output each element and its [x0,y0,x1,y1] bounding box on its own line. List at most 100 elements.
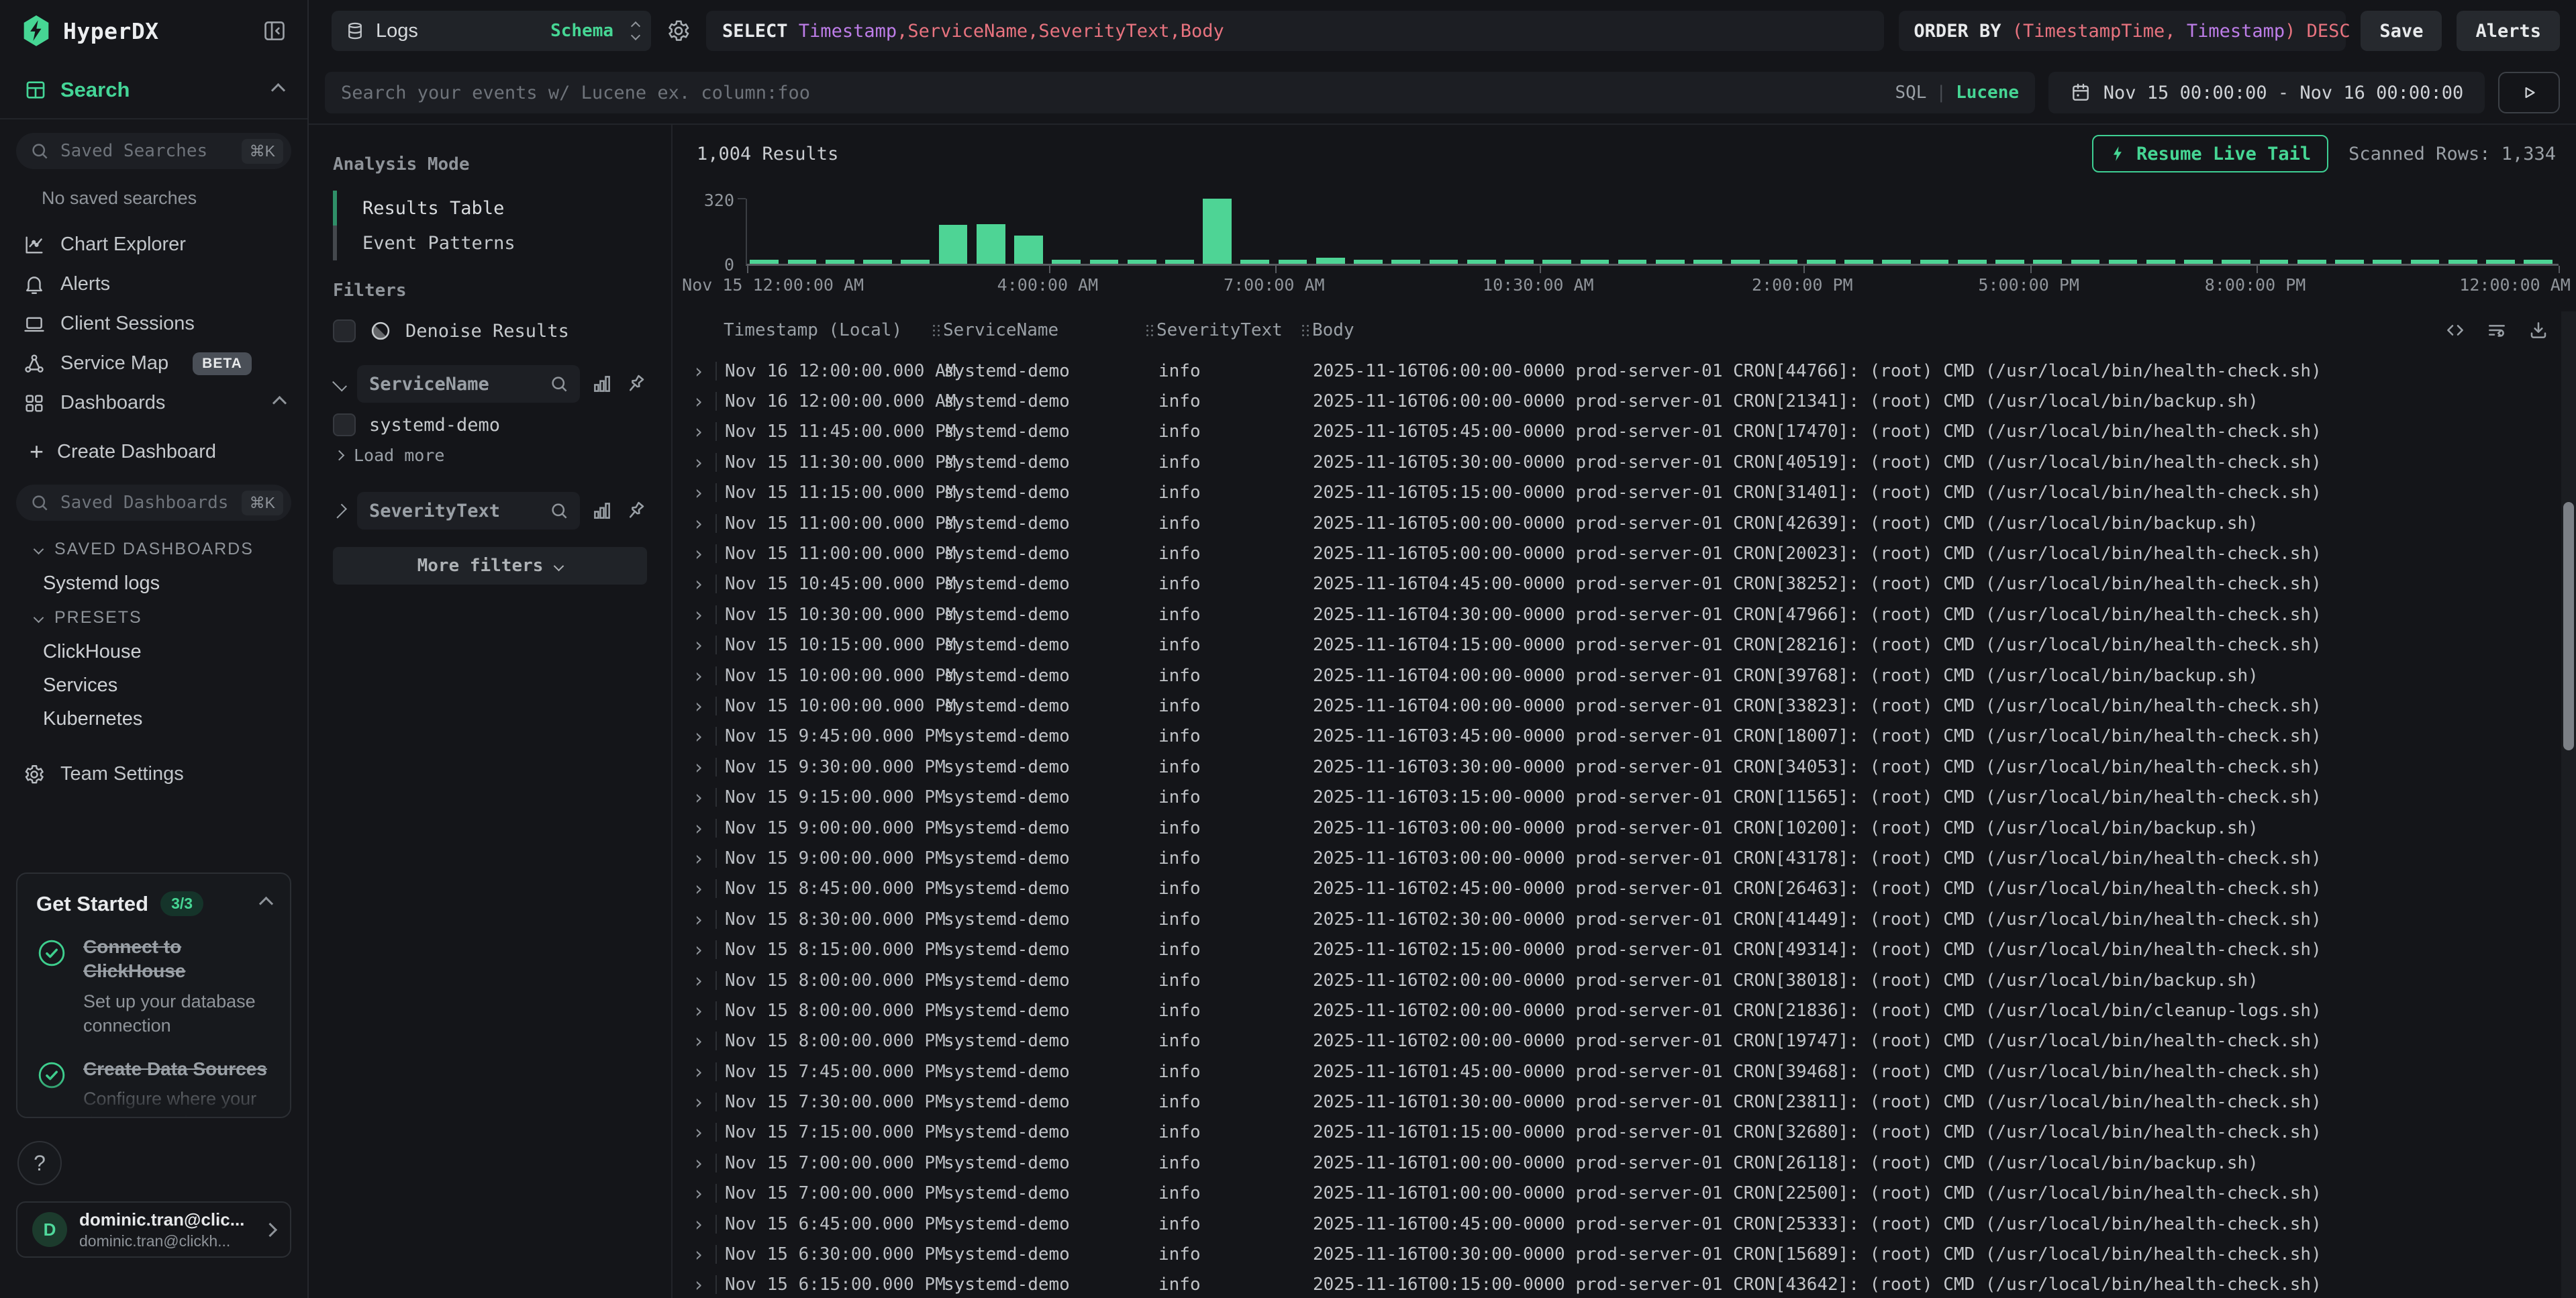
collapse-sidebar-icon[interactable] [262,18,287,44]
sidebar-item-dashboards[interactable]: Dashboards [0,383,307,423]
analysis-mode-tab-event-patterns[interactable]: Event Patterns [333,226,647,260]
expand-row-icon[interactable]: › [693,725,715,748]
table-row[interactable]: › Nov 15 9:00:00.000 PM systemd-demo inf… [674,813,2561,843]
column-header-servicename[interactable]: ServiceName [933,320,1146,340]
sidebar-item-service-map[interactable]: Service Map BETA [0,344,307,383]
table-row[interactable]: › Nov 15 6:30:00.000 PM systemd-demo inf… [674,1239,2561,1269]
expand-row-icon[interactable]: › [693,420,715,443]
scrollbar-track[interactable] [2561,311,2576,1298]
expand-row-icon[interactable]: › [693,1182,715,1205]
denoise-checkbox[interactable] [333,319,356,342]
table-row[interactable]: › Nov 15 9:15:00.000 PM systemd-demo inf… [674,782,2561,812]
expand-row-icon[interactable]: › [693,969,715,992]
wrap-lines-icon[interactable] [2486,319,2508,341]
expand-row-icon[interactable]: › [693,695,715,717]
expand-row-icon[interactable]: › [693,481,715,504]
drag-handle-icon[interactable] [933,325,935,327]
table-row[interactable]: › Nov 15 10:00:00.000 PM systemd-demo in… [674,691,2561,721]
sidebar-dashboard-link[interactable]: Services [0,668,307,702]
expand-row-icon[interactable]: › [693,938,715,961]
chevron-down-icon[interactable] [332,377,347,391]
expand-row-icon[interactable]: › [693,1243,715,1266]
sidebar-item-team-settings[interactable]: Team Settings [0,754,307,794]
expand-row-icon[interactable]: › [693,451,715,474]
expand-row-icon[interactable]: › [693,390,715,413]
dashboard-group-header[interactable]: SAVED DASHBOARDS [0,532,307,566]
table-row[interactable]: › Nov 15 10:15:00.000 PM systemd-demo in… [674,630,2561,660]
expand-row-icon[interactable]: › [693,1213,715,1236]
sidebar-dashboard-link[interactable]: ClickHouse [0,635,307,668]
table-row[interactable]: › Nov 15 10:30:00.000 PM systemd-demo in… [674,599,2561,630]
sql-mode-option[interactable]: SQL [1895,83,1926,103]
table-row[interactable]: › Nov 16 12:00:00.000 AM systemd-demo in… [674,356,2561,386]
table-row[interactable]: › Nov 15 11:45:00.000 PM systemd-demo in… [674,417,2561,447]
column-header-timestamp[interactable]: Timestamp (Local) [724,320,933,340]
chevron-up-icon[interactable] [259,897,273,911]
select-clause-input[interactable]: SELECT Timestamp,ServiceName,SeverityTex… [706,11,1884,51]
expand-row-icon[interactable]: › [693,512,715,535]
table-row[interactable]: › Nov 15 8:15:00.000 PM systemd-demo inf… [674,934,2561,964]
save-button[interactable]: Save [2361,11,2442,51]
expand-row-icon[interactable]: › [693,1273,715,1296]
column-header-severitytext[interactable]: SeverityText [1146,320,1302,340]
table-row[interactable]: › Nov 15 11:30:00.000 PM systemd-demo in… [674,447,2561,477]
table-row[interactable]: › Nov 15 8:00:00.000 PM systemd-demo inf… [674,995,2561,1026]
chevron-right-icon[interactable] [332,503,347,518]
table-row[interactable]: › Nov 15 9:45:00.000 PM systemd-demo inf… [674,721,2561,752]
saved-dashboards-input[interactable]: Saved Dashboards ⌘K [16,485,291,521]
pin-icon[interactable] [624,372,647,395]
expand-row-icon[interactable]: › [693,664,715,687]
expand-row-icon[interactable]: › [693,908,715,931]
code-view-icon[interactable] [2444,319,2466,341]
drag-handle-icon[interactable] [1302,325,1304,327]
date-range-picker[interactable]: Nov 15 00:00:00 - Nov 16 00:00:00 [2048,72,2485,113]
sidebar-item-chart-explorer[interactable]: Chart Explorer [0,225,307,264]
user-menu[interactable]: D dominic.tran@clic... dominic.tran@clic… [16,1201,291,1258]
analysis-mode-tab-results-table[interactable]: Results Table [333,191,647,226]
column-header-body[interactable]: Body [1302,320,2576,340]
settings-gear-icon[interactable] [666,18,691,44]
table-row[interactable]: › Nov 15 7:30:00.000 PM systemd-demo inf… [674,1087,2561,1117]
get-started-item[interactable]: Connect to ClickHouse Set up your databa… [36,935,271,1038]
alerts-button[interactable]: Alerts [2457,11,2560,51]
chevron-up-icon[interactable] [271,83,285,97]
order-by-input[interactable]: ORDER BY (TimestampTime, Timestamp) DESC [1899,11,2346,51]
download-icon[interactable] [2528,319,2549,341]
expand-row-icon[interactable]: › [693,847,715,870]
event-search-input[interactable]: Search your events w/ Lucene ex. column:… [325,72,2035,113]
expand-row-icon[interactable]: › [693,756,715,779]
expand-row-icon[interactable]: › [693,1030,715,1052]
table-row[interactable]: › Nov 15 8:00:00.000 PM systemd-demo inf… [674,965,2561,995]
expand-row-icon[interactable]: › [693,786,715,809]
facet-chart-icon[interactable] [591,499,613,522]
load-more-button[interactable]: Load more [333,446,647,465]
expand-row-icon[interactable]: › [693,603,715,626]
sidebar-item-search[interactable]: Search [0,62,307,119]
source-select[interactable]: Logs Schema [332,11,651,51]
table-row[interactable]: › Nov 15 9:00:00.000 PM systemd-demo inf… [674,843,2561,873]
sidebar-dashboard-link[interactable]: Kubernetes [0,702,307,736]
saved-searches-input[interactable]: Saved Searches ⌘K [16,133,291,169]
expand-row-icon[interactable]: › [693,817,715,840]
expand-row-icon[interactable]: › [693,572,715,595]
table-row[interactable]: › Nov 15 6:15:00.000 PM systemd-demo inf… [674,1270,2561,1298]
resume-live-tail-button[interactable]: Resume Live Tail [2092,135,2328,172]
sidebar-item-alerts[interactable]: Alerts [0,264,307,304]
expand-row-icon[interactable]: › [693,999,715,1022]
expand-row-icon[interactable]: › [693,1060,715,1083]
lucene-mode-option[interactable]: Lucene [1956,83,2019,103]
pin-icon[interactable] [624,499,647,522]
dashboard-group-header[interactable]: PRESETS [0,600,307,635]
denoise-results-toggle[interactable]: Denoise Results [333,319,647,342]
table-row[interactable]: › Nov 15 9:30:00.000 PM systemd-demo inf… [674,752,2561,782]
sidebar-dashboard-link[interactable]: Systemd logs [0,566,307,600]
table-row[interactable]: › Nov 15 6:45:00.000 PM systemd-demo inf… [674,1209,2561,1239]
table-row[interactable]: › Nov 15 7:00:00.000 PM systemd-demo inf… [674,1148,2561,1178]
table-row[interactable]: › Nov 15 7:00:00.000 PM systemd-demo inf… [674,1179,2561,1209]
more-filters-button[interactable]: More filters [333,547,647,585]
expand-row-icon[interactable]: › [693,1091,715,1113]
table-row[interactable]: › Nov 15 11:15:00.000 PM systemd-demo in… [674,478,2561,508]
facet-severitytext-search[interactable]: SeverityText [357,492,580,530]
sidebar-item-client-sessions[interactable]: Client Sessions [0,304,307,344]
expand-row-icon[interactable]: › [693,542,715,565]
